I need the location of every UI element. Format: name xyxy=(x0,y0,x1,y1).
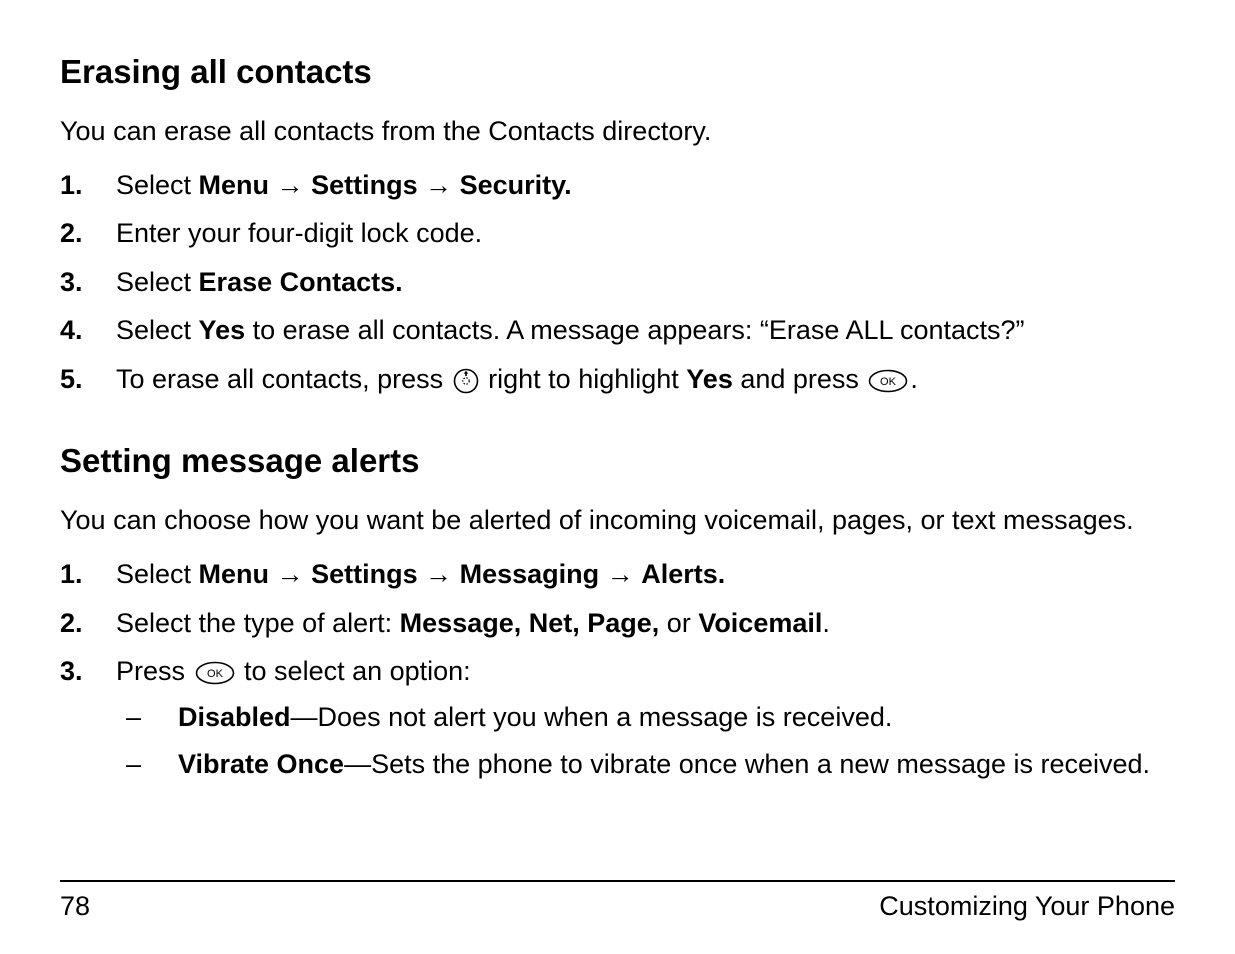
step-2: 2. Select the type of alert: Message, Ne… xyxy=(60,605,1175,641)
step-body: Select Menu → Settings → Security. xyxy=(116,167,1175,203)
chapter-title: Customizing Your Phone xyxy=(879,888,1175,924)
arrow-icon: → xyxy=(425,170,452,200)
arrow-icon: → xyxy=(277,559,304,589)
list-item: – Disabled—Does not alert you when a mes… xyxy=(116,699,1175,735)
manual-page: Erasing all contacts You can erase all c… xyxy=(0,0,1235,954)
step-number: 2. xyxy=(60,605,116,641)
settings-label: Settings xyxy=(311,170,418,200)
text: —Sets the phone to vibrate once when a n… xyxy=(344,749,1150,779)
step-body: Enter your four-digit lock code. xyxy=(116,215,1175,251)
step-body: Select Erase Contacts. xyxy=(116,264,1175,300)
bullet-dash: – xyxy=(116,699,178,735)
arrow-icon: → xyxy=(425,559,452,589)
text: and press xyxy=(733,364,867,394)
step-4: 4. Select Yes to erase all contacts. A m… xyxy=(60,312,1175,348)
vibrate-once-label: Vibrate Once xyxy=(178,749,344,779)
heading-erasing-all-contacts: Erasing all contacts xyxy=(60,50,1175,95)
messaging-label: Messaging xyxy=(460,559,600,589)
text: or xyxy=(659,608,698,638)
erase-contacts-label: Erase Contacts. xyxy=(199,267,403,297)
alerts-label: Alerts. xyxy=(641,559,725,589)
alert-options-list: – Disabled—Does not alert you when a mes… xyxy=(116,699,1175,782)
text: Select xyxy=(116,559,199,589)
heading-setting-message-alerts: Setting message alerts xyxy=(60,439,1175,484)
step-5: 5. To erase all contacts, press right to… xyxy=(60,361,1175,397)
step-number: 3. xyxy=(60,264,116,300)
bullet-dash: – xyxy=(116,746,178,782)
text: To erase all contacts, press xyxy=(116,364,451,394)
step-number: 5. xyxy=(60,361,116,397)
nav-key-icon xyxy=(453,368,479,394)
text: Select xyxy=(116,315,199,345)
step-1: 1. Select Menu → Settings → Security. xyxy=(60,167,1175,203)
menu-label: Menu xyxy=(199,170,270,200)
menu-label: Menu xyxy=(199,559,270,589)
security-label: Security. xyxy=(460,170,572,200)
settings-label: Settings xyxy=(311,559,418,589)
ok-key-icon: OK xyxy=(868,369,908,393)
text: Select xyxy=(116,170,199,200)
arrow-icon: → xyxy=(607,559,634,589)
text: . xyxy=(910,364,918,394)
voicemail-label: Voicemail xyxy=(698,608,822,638)
step-1: 1. Select Menu → Settings → Messaging → … xyxy=(60,556,1175,592)
option-body: Vibrate Once—Sets the phone to vibrate o… xyxy=(178,746,1175,782)
yes-label: Yes xyxy=(686,364,733,394)
text: Press xyxy=(116,656,193,686)
ok-key-icon: OK xyxy=(195,661,235,685)
arrow-icon: → xyxy=(277,170,304,200)
steps-message-alerts: 1. Select Menu → Settings → Messaging → … xyxy=(60,556,1175,792)
step-body: Press OK to select an option: – Disabled… xyxy=(116,653,1175,792)
text: Select the type of alert: xyxy=(116,608,400,638)
text: right to highlight xyxy=(481,364,687,394)
steps-erasing-contacts: 1. Select Menu → Settings → Security. 2.… xyxy=(60,167,1175,397)
text: to erase all contacts. A message appears… xyxy=(245,315,1024,345)
yes-label: Yes xyxy=(199,315,246,345)
step-body: Select Yes to erase all contacts. A mess… xyxy=(116,312,1175,348)
page-number: 78 xyxy=(60,888,90,924)
step-number: 1. xyxy=(60,167,116,203)
step-number: 1. xyxy=(60,556,116,592)
step-number: 3. xyxy=(60,653,116,689)
step-2: 2. Enter your four-digit lock code. xyxy=(60,215,1175,251)
step-3: 3. Press OK to select an option: – Disab… xyxy=(60,653,1175,792)
step-3: 3. Select Erase Contacts. xyxy=(60,264,1175,300)
intro-erasing-contacts: You can erase all contacts from the Cont… xyxy=(60,113,1175,149)
step-body: To erase all contacts, press right to hi… xyxy=(116,361,1175,397)
list-item: – Vibrate Once—Sets the phone to vibrate… xyxy=(116,746,1175,782)
alert-types-label: Message, Net, Page, xyxy=(400,608,660,638)
text: to select an option: xyxy=(237,656,471,686)
disabled-label: Disabled xyxy=(178,702,291,732)
step-body: Select the type of alert: Message, Net, … xyxy=(116,605,1175,641)
option-body: Disabled—Does not alert you when a messa… xyxy=(178,699,1175,735)
step-body: Select Menu → Settings → Messaging → Ale… xyxy=(116,556,1175,592)
text: —Does not alert you when a message is re… xyxy=(291,702,893,732)
svg-text:OK: OK xyxy=(207,668,224,680)
text: . xyxy=(822,608,830,638)
intro-message-alerts: You can choose how you want be alerted o… xyxy=(60,502,1175,538)
svg-text:OK: OK xyxy=(880,376,897,388)
step-number: 4. xyxy=(60,312,116,348)
text: Select xyxy=(116,267,199,297)
step-number: 2. xyxy=(60,215,116,251)
page-footer: 78 Customizing Your Phone xyxy=(60,880,1175,924)
